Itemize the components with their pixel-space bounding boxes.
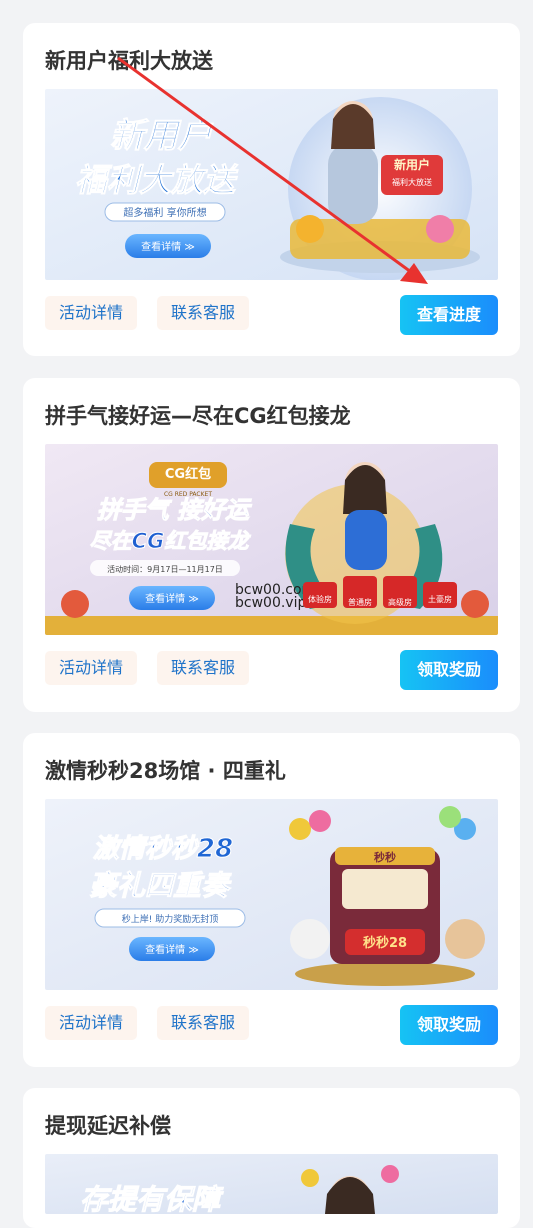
banner-headline: 激情秒秒28: [93, 834, 233, 864]
promotion-actions: 活动详情 联系客服 领取奖励: [45, 650, 498, 691]
banner-button-text: 查看详情 ≫: [145, 592, 199, 605]
banner-tagline: 超多福利 享你所想: [123, 206, 206, 219]
banner-room-label: 土豪房: [428, 594, 452, 604]
activity-details-button[interactable]: 活动详情: [45, 296, 138, 330]
banner-button-text: 查看详情 ≫: [141, 240, 195, 253]
promotion-card: 新用户福利大放送 新用户 福利大放送 新用户 福利大放送 超多福利 享你所想 查…: [23, 23, 520, 356]
contact-support-button[interactable]: 联系客服: [157, 296, 250, 330]
promotion-actions: 活动详情 联系客服 领取奖励: [45, 1005, 498, 1046]
promotion-card: 拼手气接好运—尽在CG红包接龙 CG红包 CG RED PACKET 拼手气 接…: [23, 378, 520, 712]
promotion-title: 提现延迟补偿: [45, 1114, 171, 1138]
banner-logo: CG红包: [165, 466, 211, 482]
view-progress-button[interactable]: 查看进度: [400, 295, 498, 335]
banner-watermark: bcw00.vip: [235, 595, 306, 611]
promotion-title: 拼手气接好运—尽在CG红包接龙: [45, 404, 351, 428]
banner-room-label: 体验房: [308, 594, 332, 604]
banner-sign: 秒秒: [374, 850, 396, 864]
contact-support-button[interactable]: 联系客服: [157, 651, 250, 685]
activity-details-button[interactable]: 活动详情: [45, 1006, 138, 1040]
contact-support-button[interactable]: 联系客服: [157, 1006, 250, 1040]
promotion-banner[interactable]: 秒秒 秒秒28 激情秒秒28 豪礼四重奏 秒上岸! 助力奖励无封顶 查看详情 ≫: [45, 799, 498, 990]
promotion-banner[interactable]: 新用户 福利大放送 新用户 福利大放送 超多福利 享你所想 查看详情 ≫: [45, 89, 498, 280]
promotion-card: 激情秒秒28场馆 · 四重礼 秒秒 秒秒28 激情秒秒28 豪礼四重奏 秒上岸!…: [23, 733, 520, 1067]
banner-headline: 福利大放送: [75, 161, 239, 199]
banner-headline: 豪礼四重奏: [89, 869, 232, 902]
promotion-actions: 活动详情 联系客服 查看进度: [45, 295, 498, 336]
promotion-title: 激情秒秒28场馆 · 四重礼: [45, 759, 286, 783]
banner-button-text: 查看详情 ≫: [145, 943, 199, 956]
banner-headline: 新用户: [110, 116, 214, 156]
promotion-banner[interactable]: CG红包 CG RED PACKET 拼手气 接好运 尽在CG红包接龙 活动时间…: [45, 444, 498, 635]
banner-room-label: 普通房: [348, 597, 372, 607]
banner-room-label: 高级房: [388, 597, 412, 607]
banner-headline: 存提有保障: [80, 1183, 224, 1214]
banner-game-logo: 秒秒28: [363, 935, 407, 951]
banner-badge-text: 福利大放送: [392, 177, 432, 187]
banner-headline: 尽在CG红包接龙: [90, 529, 252, 553]
activity-details-button[interactable]: 活动详情: [45, 651, 138, 685]
promotion-card: 提现延迟补偿 存提有保障: [23, 1088, 520, 1228]
promotion-title: 新用户福利大放送: [45, 49, 213, 73]
banner-headline: 拼手气 接好运: [97, 496, 252, 524]
promotion-banner[interactable]: 存提有保障: [45, 1154, 498, 1214]
claim-reward-button[interactable]: 领取奖励: [400, 1005, 498, 1045]
banner-date: 活动时间：9月17日—11月17日: [107, 564, 223, 574]
claim-reward-button[interactable]: 领取奖励: [400, 650, 498, 690]
banner-tagline: 秒上岸! 助力奖励无封顶: [122, 913, 218, 925]
banner-badge-text: 新用户: [394, 157, 430, 172]
